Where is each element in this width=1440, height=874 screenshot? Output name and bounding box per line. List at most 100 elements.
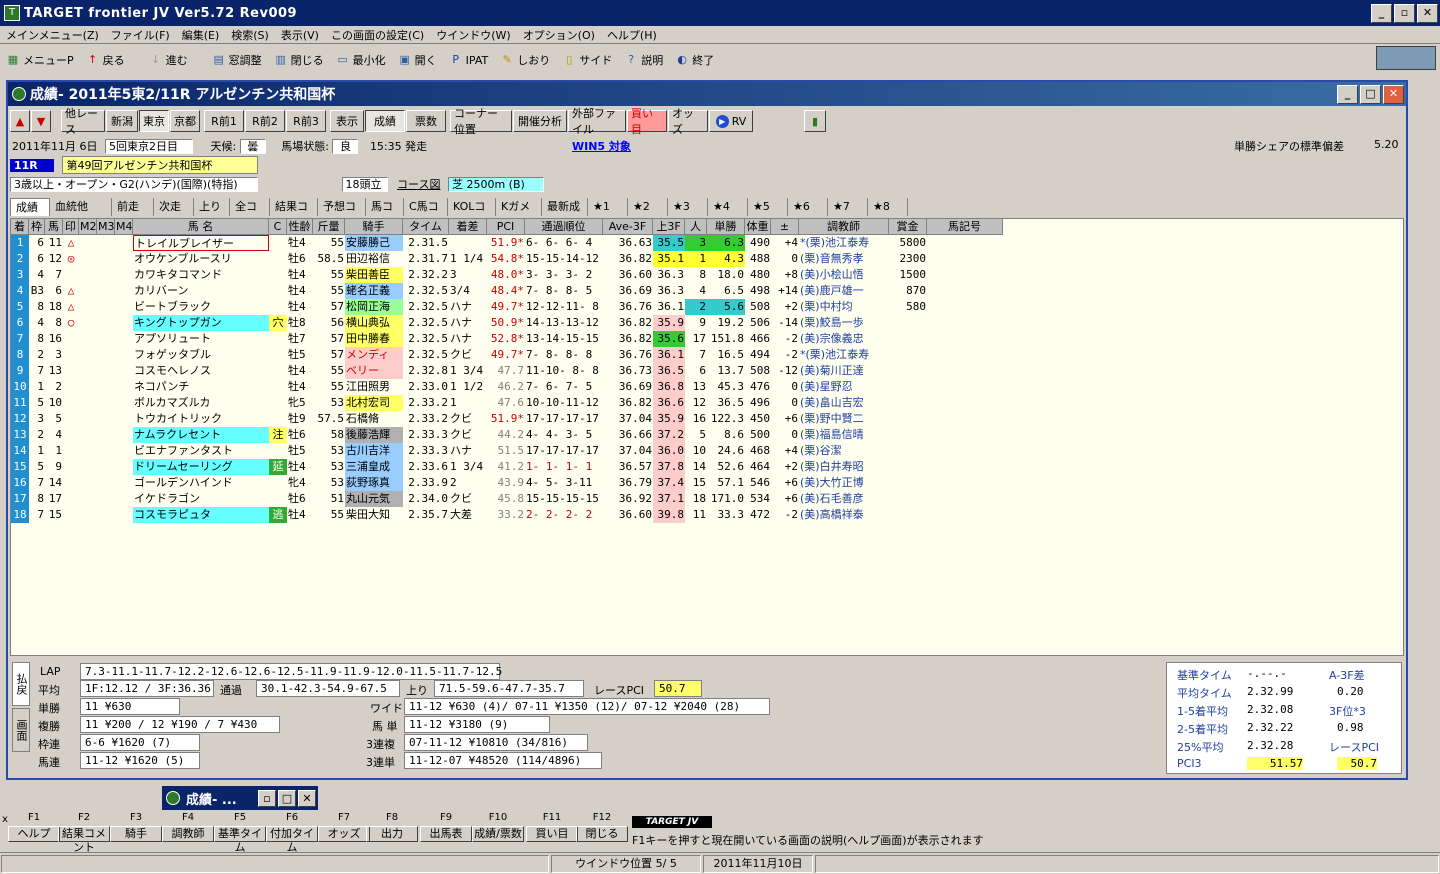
column-header[interactable]: ± xyxy=(771,219,799,235)
toolbar-ipat-button[interactable]: P IPAT xyxy=(443,48,495,72)
tab-8[interactable]: 馬コメ xyxy=(366,198,404,230)
column-header[interactable]: 単勝 xyxy=(707,219,745,235)
table-row[interactable]: 2 6 12 ◎ オウケンブルースリ 牡6 58.5 田辺裕信 2.31.7 1 1/4 54.8*… xyxy=(11,251,1003,267)
column-header[interactable]: 着 xyxy=(11,219,29,235)
toolbar-forward-arrow-button[interactable]: ↓ 進む xyxy=(143,48,194,72)
prev-race-button[interactable]: ▲ xyxy=(10,110,30,132)
menu-item[interactable]: この画面の設定(C) xyxy=(325,27,430,43)
tab-3[interactable]: 次走 xyxy=(154,198,194,216)
table-row[interactable]: 4 B3 6 △ カリバーン 牡4 55 蛯名正義 2.32.5 3/4 48.4* 7- 8- 8-… xyxy=(11,283,1003,299)
meeting-analysis-button[interactable]: 開催分析 xyxy=(513,110,567,132)
toolbar-minimize-button[interactable]: ▭ 最小化 xyxy=(330,48,392,72)
fkey-f6[interactable]: F6 付加タイム xyxy=(266,812,318,854)
tab-9[interactable]: C馬コメ xyxy=(404,198,448,230)
table-row[interactable]: 14 1 1 ビエナファンタスト 牡5 53 古川吉洋 2.33.3 ハナ 51.5 17-17-1… xyxy=(11,443,1003,459)
column-header[interactable]: M3 xyxy=(97,219,115,235)
tab-5[interactable]: 全コメ xyxy=(230,198,270,230)
fkey-f1[interactable]: F1 ヘルプ xyxy=(8,812,60,842)
toolbar-window-adjust-button[interactable]: ▤ 窓調整 xyxy=(206,48,268,72)
tab-10[interactable]: KOLコメ xyxy=(448,198,496,230)
person-icon[interactable]: ▮ xyxy=(804,110,826,132)
maximize-button[interactable]: □ xyxy=(278,789,296,807)
table-row[interactable]: 16 7 14 ゴールデンハインド 牝4 53 荻野琢真 2.33.9 2 43.9 4- 5- 3… xyxy=(11,475,1003,491)
tab-13[interactable]: ★1 xyxy=(588,198,628,216)
column-header[interactable]: 体重 xyxy=(745,219,771,235)
toolbar-help-button[interactable]: ? 説明 xyxy=(618,48,669,72)
bet-button[interactable]: 買い目 xyxy=(627,107,667,136)
column-header[interactable]: Ave-3F xyxy=(603,219,653,235)
column-header[interactable]: 着差 xyxy=(449,219,487,235)
tab-7[interactable]: 予想コメ xyxy=(318,198,366,230)
table-row[interactable]: 8 2 3 フォゲッタブル 牡5 57 メンディ 2.32.5 クビ 49.7* 7- 8- 8- … xyxy=(11,347,1003,363)
menu-item[interactable]: ウインドウ(W) xyxy=(430,27,516,43)
menu-item[interactable]: メインメニュー(Z) xyxy=(0,27,105,43)
maximize-button[interactable]: ▫ xyxy=(1394,3,1415,23)
fkey-f11[interactable]: F11 買い目 xyxy=(526,812,578,842)
column-header[interactable]: 上3F xyxy=(653,219,685,235)
tab-11[interactable]: Kガメモ xyxy=(496,198,542,230)
toolbar-open-button[interactable]: ▣ 開く xyxy=(392,48,443,72)
inner-maximize-button[interactable]: □ xyxy=(1360,84,1381,104)
inner-close-button[interactable]: ✕ xyxy=(1383,84,1404,104)
external-file-button[interactable]: 外部ファイル xyxy=(568,107,626,136)
column-header[interactable]: 調教師 xyxy=(799,219,889,235)
toolbar-back-arrow-button[interactable]: ↑ 戻る xyxy=(80,48,131,72)
column-header[interactable]: M2 xyxy=(79,219,97,235)
fkey-f3[interactable]: F3 騎手 xyxy=(110,812,162,842)
other-race-button[interactable]: 他レース xyxy=(61,107,105,136)
column-header[interactable]: 印 xyxy=(63,219,79,235)
column-header[interactable]: 馬 xyxy=(45,219,63,235)
tab-19[interactable]: ★7 xyxy=(828,198,868,216)
inner-minimize-button[interactable]: _ xyxy=(1337,84,1358,104)
menu-item[interactable]: ファイル(F) xyxy=(105,27,176,43)
fkey-f7[interactable]: F7 オッズ xyxy=(318,812,370,842)
tab-17[interactable]: ★5 xyxy=(748,198,788,216)
menu-item[interactable]: ヘルプ(H) xyxy=(601,27,663,43)
column-header[interactable]: 枠 xyxy=(29,219,45,235)
tab-16[interactable]: ★4 xyxy=(708,198,748,216)
votes-button[interactable]: 票数 xyxy=(406,110,446,132)
close-button[interactable]: ✕ xyxy=(1417,3,1438,23)
column-header[interactable]: 騎手 xyxy=(345,219,403,235)
column-header[interactable]: 賞金 xyxy=(889,219,927,235)
table-row[interactable]: 15 5 9 ドリームセーリング延牡4 53 三浦皇成 2.33.6 1 3/4 41.2 1- … xyxy=(11,459,1003,475)
toolbar-side-button[interactable]: ▯ サイド xyxy=(556,48,618,72)
kyoto-button[interactable]: 京都 xyxy=(170,110,200,132)
toolbar-exit-button[interactable]: ◐ 終了 xyxy=(669,48,720,72)
column-header[interactable]: 馬 名 xyxy=(133,219,269,235)
toolbar-close-window-button[interactable]: ▥ 閉じる xyxy=(268,48,330,72)
rv-button[interactable]: ▶ RV xyxy=(709,110,753,132)
table-row[interactable]: 9 7 13 コスモヘレノス 牡4 55 ベリー 2.32.8 1 3/4 47.7 11-10- … xyxy=(11,363,1003,379)
table-row[interactable]: 11 5 10 ボルカマズルカ 牝5 53 北村宏司 2.33.2 1 47.6 10-10-11-… xyxy=(11,395,1003,411)
fkey-f12[interactable]: F12 閉じる xyxy=(576,812,628,842)
tab-2[interactable]: 前走 xyxy=(112,198,154,216)
toolbar-menu-button[interactable]: ▦ メニューP xyxy=(0,48,80,72)
table-row[interactable]: 18 7 15 コスモラピュタ逃牡4 55 柴田大知 2.35.7 大差 33.2 2- 2- 2… xyxy=(11,507,1003,523)
column-header[interactable]: 馬記号 xyxy=(927,219,1003,235)
table-row[interactable]: 13 2 4 ナムラクレセント注牡6 58 後藤浩輝 2.33.3 クビ 44.2 4- 4- 3… xyxy=(11,427,1003,443)
r-prev2-button[interactable]: R前2 xyxy=(245,110,285,132)
tab-18[interactable]: ★6 xyxy=(788,198,828,216)
column-header[interactable]: 性齢 xyxy=(287,219,313,235)
table-row[interactable]: 3 4 7 カワキタコマンド 牡4 55 柴田善臣 2.32.2 3 48.0* 3- 3- 3- … xyxy=(11,267,1003,283)
r-prev3-button[interactable]: R前3 xyxy=(286,110,326,132)
next-race-button[interactable]: ▼ xyxy=(31,110,51,132)
tab-4[interactable]: 上り xyxy=(194,198,230,216)
fkey-f5[interactable]: F5 基準タイム xyxy=(214,812,266,854)
column-header[interactable]: M4 xyxy=(115,219,133,235)
display-button[interactable]: 表示 xyxy=(330,110,364,132)
tab-14[interactable]: ★2 xyxy=(628,198,668,216)
fkey-f8[interactable]: F8 出力 xyxy=(366,812,418,842)
tab-12[interactable]: 最新成 xyxy=(542,198,588,216)
table-row[interactable]: 7 8 16 アプソリュート 牡7 57 田中勝春 2.32.5 ハナ 52.8* 13-14-15… xyxy=(11,331,1003,347)
column-header[interactable]: タイム xyxy=(403,219,449,235)
course-map-link[interactable]: コース図 xyxy=(397,178,440,191)
tab-20[interactable]: ★8 xyxy=(868,198,908,216)
results-button[interactable]: 成績 xyxy=(365,110,405,132)
tab-1[interactable]: 血統他 xyxy=(50,198,112,216)
payout-side-tab[interactable]: 払戻 xyxy=(12,662,30,706)
tab-6[interactable]: 結果コメ xyxy=(270,198,318,230)
close-button[interactable]: ✕ xyxy=(298,789,316,807)
niigata-button[interactable]: 新潟 xyxy=(106,110,138,132)
table-row[interactable]: 17 8 17 イケドラゴン 牡6 51 丸山元気 2.34.0 クビ 45.8 15-15-15-… xyxy=(11,491,1003,507)
